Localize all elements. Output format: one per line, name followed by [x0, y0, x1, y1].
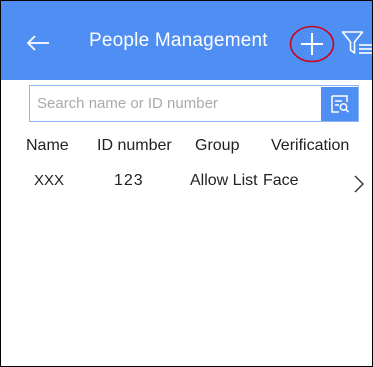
add-person-button[interactable]	[289, 25, 335, 63]
back-arrow-icon[interactable]	[26, 33, 50, 53]
cell-group: Allow List	[190, 172, 258, 189]
app-screen: People Management Search name or ID numb…	[0, 0, 373, 367]
cell-verification: Face	[263, 172, 299, 189]
page-title: People Management	[89, 30, 268, 51]
table-row[interactable]: XXX 123 Allow List Face	[1, 172, 372, 200]
search-list-icon	[331, 95, 349, 113]
chevron-right-icon[interactable]	[353, 175, 365, 193]
search-bar	[29, 85, 359, 122]
column-header-name: Name	[26, 137, 69, 154]
cell-id-number: 123	[114, 172, 144, 189]
plus-icon	[301, 33, 323, 55]
filter-icon[interactable]	[341, 30, 372, 56]
top-navigation-bar: People Management	[1, 1, 372, 122]
column-header-verification: Verification	[271, 137, 350, 154]
column-header-id-number: ID number	[97, 137, 172, 154]
search-button[interactable]	[321, 87, 358, 121]
search-input[interactable]	[30, 86, 300, 121]
column-header-group: Group	[195, 137, 240, 154]
table-header: Name ID number Group Verification	[1, 137, 372, 161]
cell-name: XXX	[34, 172, 65, 189]
